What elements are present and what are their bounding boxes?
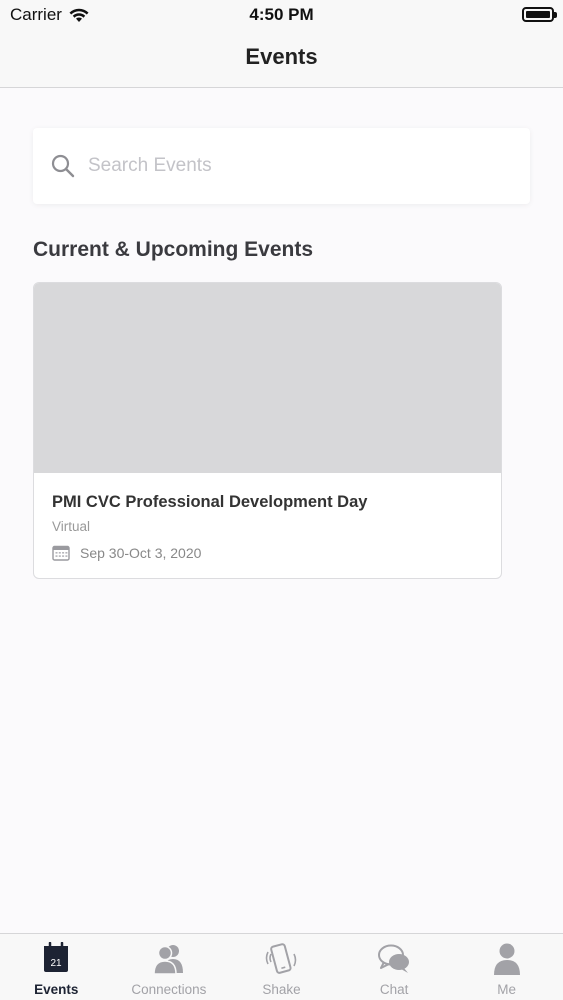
event-date: Sep 30-Oct 3, 2020 bbox=[80, 545, 202, 561]
person-icon bbox=[493, 943, 520, 975]
event-date-row: Sep 30-Oct 3, 2020 bbox=[52, 545, 201, 561]
page-title: Events bbox=[245, 44, 318, 69]
tab-label: Connections bbox=[131, 982, 207, 997]
status-bar: Carrier 4:50 PM bbox=[0, 0, 563, 30]
search-input[interactable] bbox=[88, 146, 508, 186]
calendar-icon bbox=[52, 545, 70, 561]
tab-connections[interactable]: Connections bbox=[113, 934, 226, 1000]
tab-shake[interactable]: Shake bbox=[225, 934, 338, 1000]
event-title: PMI CVC Professional Development Day bbox=[52, 493, 368, 511]
calendar-icon: 21 bbox=[44, 942, 69, 972]
section-title: Current & Upcoming Events bbox=[33, 238, 314, 261]
event-image-placeholder bbox=[34, 283, 501, 473]
tab-label: Events bbox=[34, 982, 79, 997]
tab-bar: 21 Events Connections Shake Chat Me bbox=[0, 933, 563, 1000]
navigation-bar: Events bbox=[0, 30, 563, 88]
tab-chat[interactable]: Chat bbox=[338, 934, 451, 1000]
people-icon bbox=[153, 945, 183, 975]
search-box[interactable] bbox=[33, 128, 530, 204]
tab-events[interactable]: 21 Events bbox=[0, 934, 113, 1000]
tab-me[interactable]: Me bbox=[450, 934, 563, 1000]
tab-label: Shake bbox=[262, 982, 301, 997]
battery-icon bbox=[522, 7, 557, 22]
tab-label: Me bbox=[497, 982, 517, 997]
event-location: Virtual bbox=[52, 519, 91, 534]
tab-label: Chat bbox=[379, 982, 409, 997]
phone-shake-icon bbox=[266, 943, 297, 974]
chat-bubbles-icon bbox=[378, 944, 410, 973]
status-time: 4:50 PM bbox=[249, 5, 314, 24]
event-card[interactable]: PMI CVC Professional Development Day Vir… bbox=[33, 282, 502, 579]
search-icon bbox=[51, 154, 75, 178]
calendar-day-badge: 21 bbox=[51, 958, 63, 969]
